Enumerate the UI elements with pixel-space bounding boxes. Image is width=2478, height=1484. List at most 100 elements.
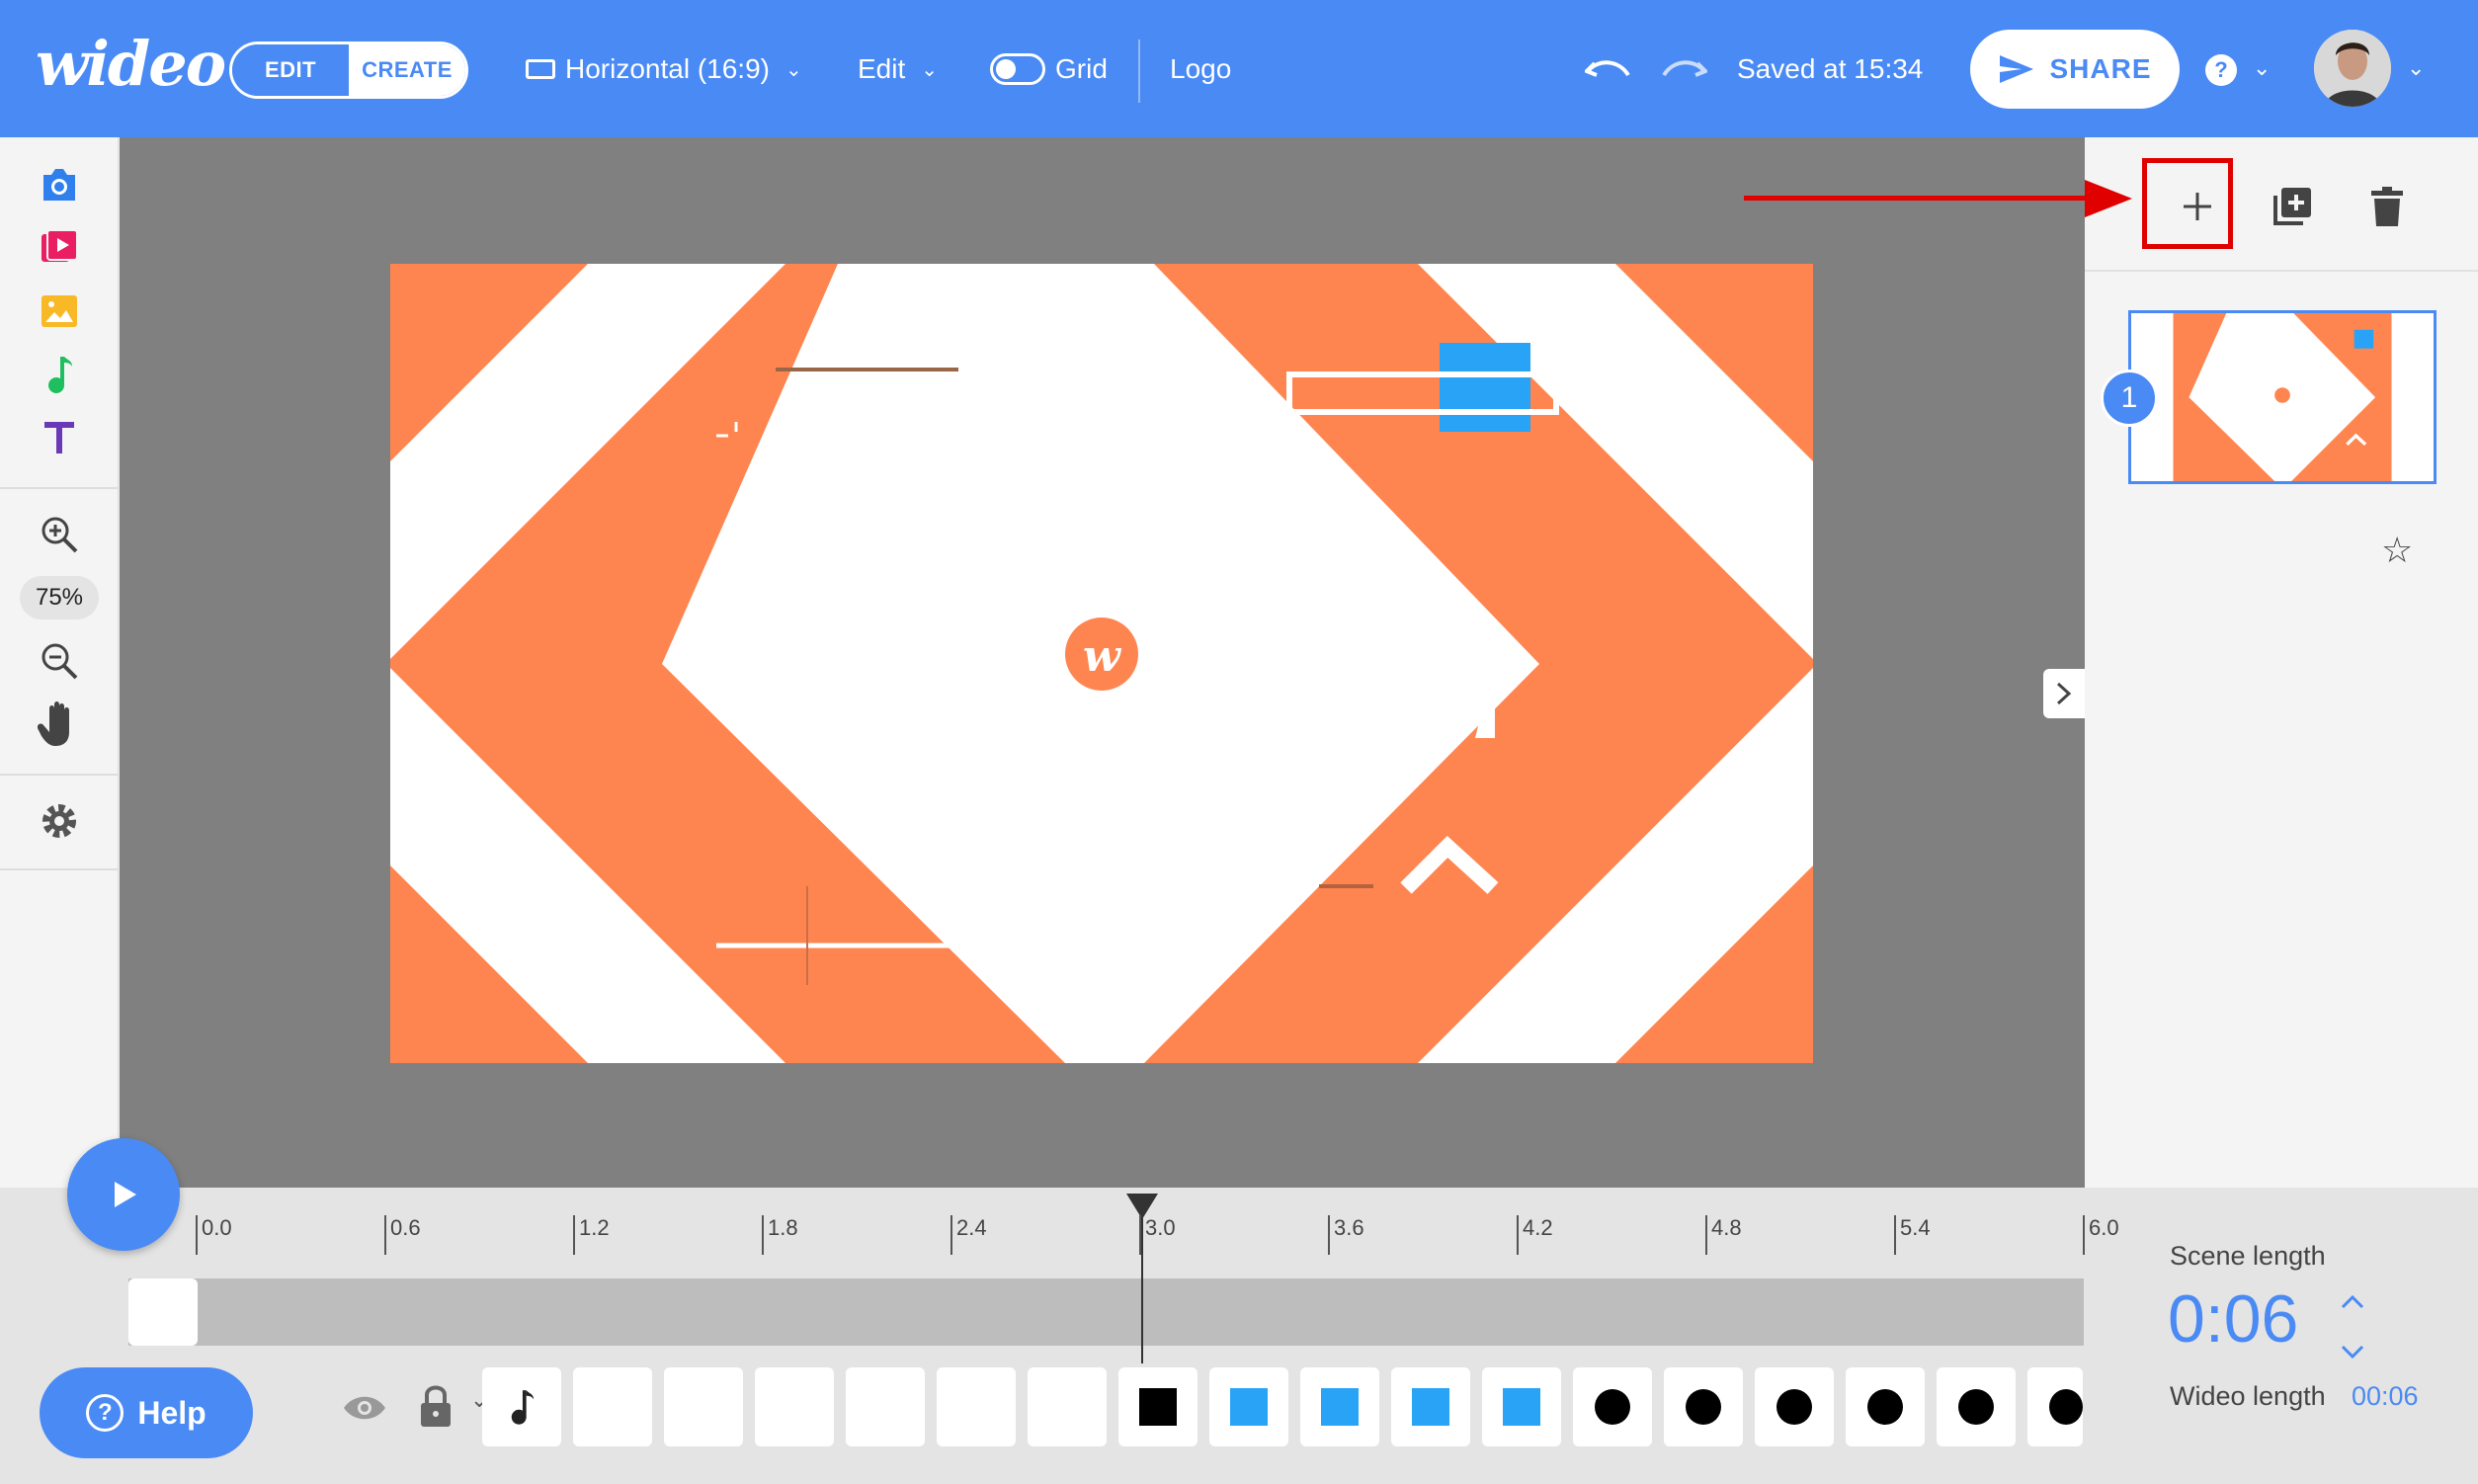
element-blue-square[interactable] (1300, 1367, 1379, 1446)
annotation-arrow-head (2085, 180, 2132, 217)
gear-icon[interactable] (36, 797, 83, 845)
element-white-shape[interactable] (664, 1367, 743, 1446)
blue-square-icon (1230, 1388, 1268, 1426)
ruler-tick (1517, 1215, 1519, 1255)
avatar[interactable] (2314, 30, 2391, 107)
toolbar-divider (1138, 40, 1140, 103)
scenes-panel (2085, 137, 2478, 1188)
help-label: Help (137, 1394, 206, 1431)
element-black-circle[interactable] (1846, 1367, 1925, 1446)
element-black-circle[interactable] (1755, 1367, 1834, 1446)
image-icon[interactable] (36, 288, 83, 335)
annotation-highlight-box (2142, 158, 2233, 249)
music-note-icon (511, 1390, 535, 1425)
element-black-circle[interactable] (1937, 1367, 2016, 1446)
help-icon[interactable]: ? (2205, 54, 2237, 86)
share-button[interactable]: SHARE (1970, 30, 2180, 109)
zoom-level: 75% (20, 576, 99, 619)
ruler-label: 1.2 (579, 1215, 610, 1240)
ruler-label: 6.0 (2089, 1215, 2119, 1240)
element-black-circle[interactable] (2027, 1367, 2083, 1446)
ruler-tick (384, 1215, 386, 1255)
element-blue-square[interactable] (1482, 1367, 1561, 1446)
element-white-shape[interactable] (1028, 1367, 1107, 1446)
camera-icon[interactable] (36, 161, 83, 208)
element-music[interactable] (482, 1367, 561, 1446)
mode-switch[interactable]: EDIT CREATE (229, 41, 468, 99)
play-button[interactable] (67, 1138, 180, 1251)
grid-label: Grid (1055, 53, 1108, 84)
saved-status: Saved at 15:34 (1737, 53, 1924, 84)
element-blue-square[interactable] (1391, 1367, 1470, 1446)
music-icon[interactable] (36, 351, 83, 398)
playhead[interactable] (1141, 1205, 1143, 1363)
ruler-tick (1139, 1215, 1141, 1255)
ruler-label: 4.8 (1711, 1215, 1742, 1240)
ruler-label: 0.6 (390, 1215, 421, 1240)
element-black-circle[interactable] (1664, 1367, 1743, 1446)
element-white-shape[interactable] (755, 1367, 834, 1446)
user-photo (2314, 30, 2391, 107)
ruler-label: 2.4 (956, 1215, 987, 1240)
element-white-shape[interactable] (573, 1367, 652, 1446)
chevron-down-icon[interactable]: ⌄ (2407, 55, 2425, 81)
element-black-square[interactable] (1118, 1367, 1198, 1446)
scene-length-value[interactable]: 0:06 (2168, 1280, 2298, 1358)
timeline-track[interactable] (128, 1278, 2084, 1346)
logo-link[interactable]: Logo (1170, 49, 1231, 89)
chevron-down-icon[interactable]: ⌄ (2253, 55, 2271, 81)
aspect-ratio-icon (526, 59, 555, 79)
edit-menu[interactable]: Edit ⌄ (858, 49, 938, 89)
black-square-icon (1139, 1388, 1177, 1426)
redo-icon[interactable] (1660, 49, 1707, 89)
element-blue-square[interactable] (1209, 1367, 1288, 1446)
video-icon[interactable] (36, 224, 83, 272)
toggle-switch[interactable] (990, 53, 1045, 85)
help-button[interactable]: ? Help (40, 1367, 253, 1458)
scene-number-badge: 1 (2101, 370, 2158, 427)
black-circle-icon (2049, 1389, 2083, 1425)
undo-icon[interactable] (1585, 49, 1632, 89)
increase-length-icon[interactable] (2340, 1294, 2365, 1310)
lock-icon[interactable] (419, 1385, 453, 1427)
chevron-right-icon (2056, 682, 2072, 705)
chevron-down-icon: ⌄ (785, 58, 802, 81)
scene-thumbnail[interactable] (2128, 310, 2437, 484)
black-circle-icon (1958, 1389, 1994, 1425)
element-white-shape[interactable] (937, 1367, 1016, 1446)
black-circle-icon (1776, 1389, 1812, 1425)
grid-toggle[interactable]: Grid (990, 49, 1108, 89)
zoom-out-icon[interactable] (36, 637, 83, 685)
ruler-tick (1705, 1215, 1707, 1255)
ruler-tick (950, 1215, 952, 1255)
track-start-block[interactable] (128, 1278, 198, 1346)
format-dropdown[interactable]: Horizontal (16:9) ⌄ (526, 49, 802, 89)
wideo-logo[interactable]: wideo (36, 28, 226, 100)
ruler-tick (762, 1215, 764, 1255)
element-white-shape[interactable] (846, 1367, 925, 1446)
duplicate-scene-button[interactable] (2263, 177, 2322, 236)
question-icon: ? (86, 1394, 124, 1432)
play-icon (115, 1182, 136, 1207)
eye-icon[interactable] (342, 1393, 387, 1423)
text-icon[interactable] (36, 414, 83, 461)
zoom-in-icon[interactable] (36, 511, 83, 558)
scene-canvas[interactable]: w (390, 264, 1813, 1063)
blue-square-icon (1321, 1388, 1359, 1426)
decrease-length-icon[interactable] (2340, 1344, 2365, 1360)
hand-tool-icon[interactable] (36, 701, 83, 748)
delete-scene-button[interactable] (2357, 177, 2417, 236)
edit-mode-button[interactable]: EDIT (232, 44, 349, 96)
canvas-area: w (120, 137, 2085, 1188)
ruler-label: 1.8 (768, 1215, 798, 1240)
panel-toggle-button[interactable] (2043, 669, 2085, 718)
element-black-circle[interactable] (1573, 1367, 1652, 1446)
wideo-length-value: 00:06 (2352, 1381, 2419, 1411)
share-label: SHARE (2049, 53, 2152, 84)
chevron-down-icon: ⌄ (921, 58, 939, 81)
favorite-star-icon[interactable]: ☆ (2381, 530, 2413, 571)
black-circle-icon (1686, 1389, 1721, 1425)
send-icon (2000, 55, 2034, 83)
create-mode-button[interactable]: CREATE (349, 44, 465, 96)
ruler-label: 5.4 (1900, 1215, 1931, 1240)
